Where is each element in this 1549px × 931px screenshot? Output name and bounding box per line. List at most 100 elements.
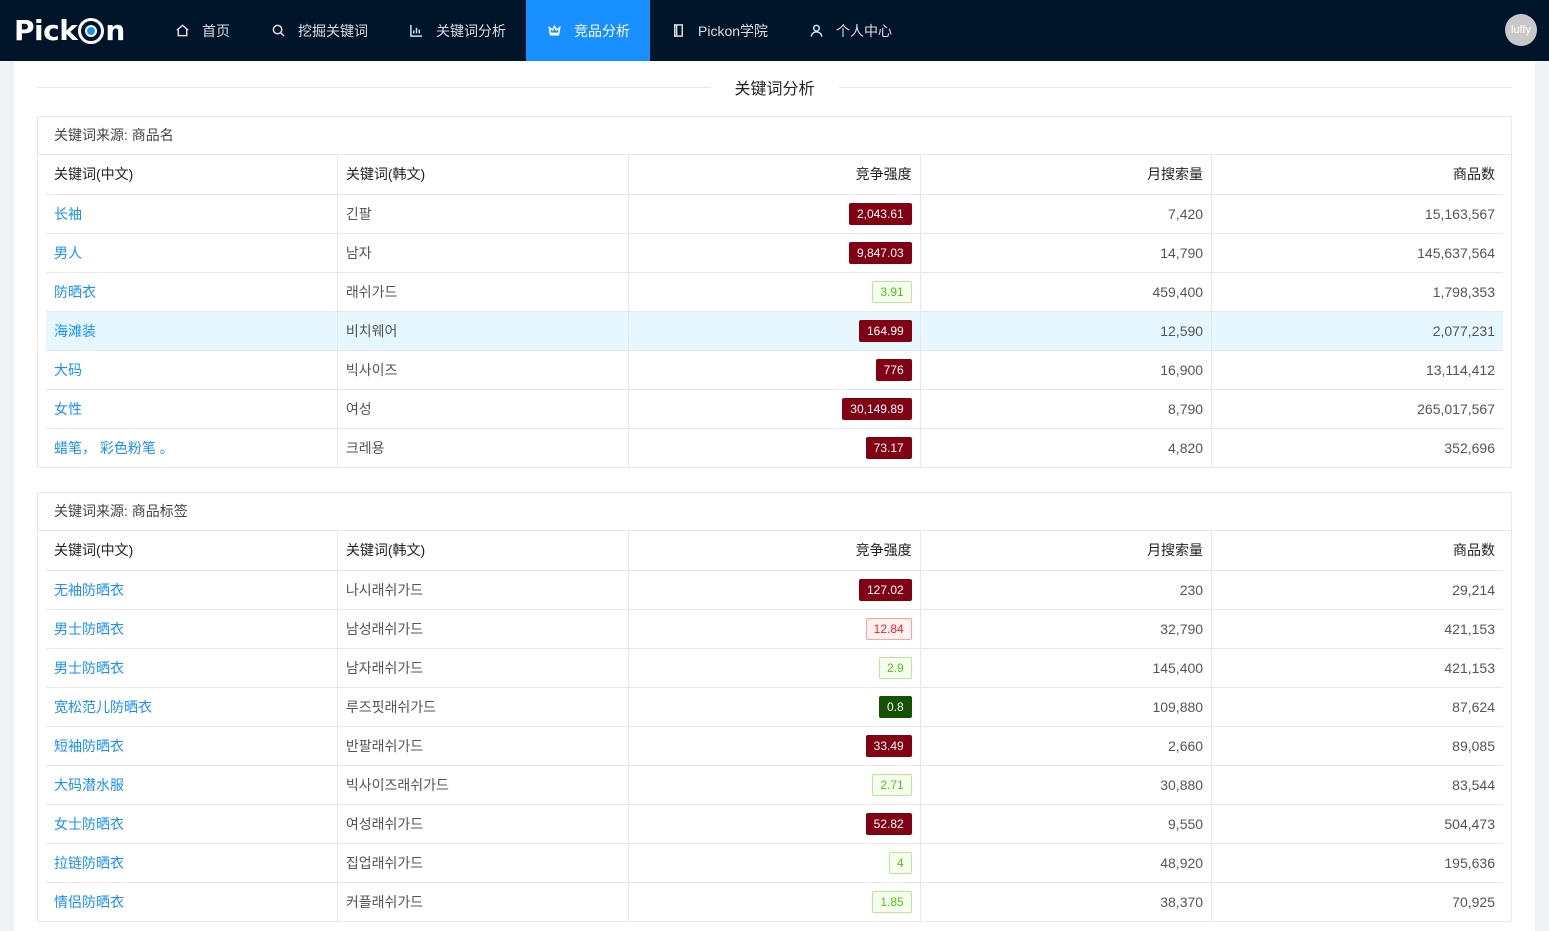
table-header-row: 关键词(中文) 关键词(韩文) 竞争强度 月搜索量 商品数 [46, 531, 1503, 571]
keyword-link[interactable]: 女性 [54, 401, 82, 417]
goods-count-cell: 1,798,353 [1211, 272, 1503, 312]
goods-count-cell: 13,114,412 [1211, 350, 1503, 390]
keyword-link[interactable]: 短袖防晒衣 [54, 738, 124, 754]
goods-count-cell: 195,636 [1211, 843, 1503, 883]
table-wrapper: 关键词(中文) 关键词(韩文) 竞争强度 月搜索量 商品数 无袖防晒衣 나시래쉬가드 127.… [38, 531, 1511, 921]
goods-count-cell: 83,544 [1211, 765, 1503, 805]
keyword-ko-cell: 빅사이즈 [337, 350, 630, 390]
page-title: 关键词分析 [734, 81, 815, 98]
monthly-search-cell: 8,790 [920, 389, 1213, 429]
column-header: 关键词(中文) [46, 155, 338, 195]
keyword-link[interactable]: 防晒衣 [54, 284, 96, 300]
goods-count-cell: 87,624 [1211, 687, 1503, 727]
competition-cell: 33.49 [628, 726, 921, 766]
crown-icon [546, 23, 562, 39]
nav-item-0[interactable]: 首页 [154, 0, 250, 61]
keyword-zh-cell: 大码潜水服 [46, 765, 338, 805]
table-row: 情侣防晒衣 커플래쉬가드 1.85 38,370 70,925 [46, 882, 1503, 921]
table-row: 无袖防晒衣 나시래쉬가드 127.02 230 29,214 [46, 570, 1503, 610]
user-avatar[interactable]: luffy [1505, 14, 1537, 46]
book-icon [670, 23, 686, 39]
keyword-zh-cell: 宽松范儿防晒衣 [46, 687, 338, 727]
monthly-search-cell: 38,370 [920, 882, 1213, 921]
competition-cell: 1.85 [628, 882, 921, 921]
keyword-ko-cell: 남성래쉬가드 [337, 609, 630, 649]
nav-menu: 首页 挖掘关键词 关键词分析 竞品分析 Pickon学院 个人中心 [154, 0, 912, 61]
table-header-row: 关键词(中文) 关键词(韩文) 竞争强度 月搜索量 商品数 [46, 155, 1503, 195]
keyword-link[interactable]: 男人 [54, 245, 82, 261]
keyword-link[interactable]: 男士防晒衣 [54, 621, 124, 637]
table-row: 女士防晒衣 여성래쉬가드 52.82 9,550 504,473 [46, 804, 1503, 844]
goods-count-cell: 352,696 [1444, 439, 1495, 456]
table-row: 男士防晒衣 남성래쉬가드 12.84 32,790 421,153 [46, 609, 1503, 649]
competition-tag: 4 [888, 851, 912, 874]
competition-tag: 776 [875, 358, 912, 381]
table-row: 男人 남자 9,847.03 14,790 145,637,564 [46, 233, 1503, 273]
monthly-search-cell: 48,920 [920, 843, 1213, 883]
table-row: 宽松范儿防晒衣 루즈핏래쉬가드 0.8 109,880 87,624 [46, 687, 1503, 727]
competition-tag: 9,847.03 [848, 241, 912, 264]
sections: 关键词来源: 商品名 关键词(中文) 关键词(韩文) 竞争强度 月搜索量 商品数 长袖 긴팔 2… [37, 116, 1512, 922]
monthly-search-cell: 459,400 [920, 272, 1213, 312]
keyword-link[interactable]: 情侣防晒衣 [54, 894, 124, 910]
monthly-search-cell: 9,550 [920, 804, 1213, 844]
keyword-link[interactable]: 蜡笔， 彩色粉笔 。 [54, 440, 174, 456]
chart-icon [408, 23, 424, 39]
page-title-divider: 关键词分析 [37, 61, 1512, 113]
competition-cell: 2.9 [628, 648, 921, 688]
monthly-search-cell: 2,660 [920, 726, 1213, 766]
section-title: 关键词来源: 商品名 [38, 117, 1511, 155]
monthly-search-cell: 230 [920, 570, 1213, 610]
table-row: 海滩装 비치웨어 164.99 12,590 2,077,231 [46, 311, 1503, 351]
keyword-link[interactable]: 大码 [54, 362, 82, 378]
keyword-zh-cell: 女性 [46, 389, 338, 429]
nav-item-3[interactable]: 竞品分析 [526, 0, 650, 61]
table-wrapper: 关键词(中文) 关键词(韩文) 竞争强度 月搜索量 商品数 长袖 긴팔 2,043.61 7,4… [38, 155, 1511, 467]
keyword-zh-cell: 大码 [46, 350, 338, 390]
monthly-search-cell: 30,880 [920, 765, 1213, 805]
table-row: 长袖 긴팔 2,043.61 7,420 15,163,567 [46, 194, 1503, 234]
competition-tag: 0.8 [878, 695, 912, 718]
competition-cell: 9,847.03 [628, 233, 921, 273]
keyword-table: 关键词(中文) 关键词(韩文) 竞争强度 月搜索量 商品数 长袖 긴팔 2,043.61 7,4… [46, 155, 1503, 467]
nav-item-2[interactable]: 关键词分析 [388, 0, 526, 61]
keyword-ko-cell: 여성래쉬가드 [337, 804, 630, 844]
main-content: 关键词分析 关键词来源: 商品名 关键词(中文) 关键词(韩文) 竞争强度 月搜索量 商品… [14, 61, 1535, 931]
search-icon [270, 23, 286, 39]
competition-cell: 3.91 [628, 272, 921, 312]
pickon-logo[interactable]: Pick n [0, 0, 150, 61]
table-row: 大码 빅사이즈 776 16,900 13,114,412 [46, 350, 1503, 390]
nav-item-label: 挖掘关键词 [298, 22, 368, 39]
keyword-link[interactable]: 海滩装 [54, 323, 96, 339]
monthly-search-cell: 109,880 [920, 687, 1213, 727]
keyword-ko-cell: 반팔래쉬가드 [337, 726, 630, 766]
keyword-link[interactable]: 大码潜水服 [54, 777, 124, 793]
keyword-link[interactable]: 拉链防晒衣 [54, 855, 124, 871]
keyword-ko-cell: 남자 [337, 233, 630, 273]
competition-cell: 73.17 [628, 428, 921, 467]
keyword-ko-cell: 나시래쉬가드 [337, 570, 630, 610]
monthly-search-cell: 12,590 [920, 311, 1213, 351]
nav-item-4[interactable]: Pickon学院 [650, 0, 788, 61]
keyword-ko-cell: 빅사이즈래쉬가드 [337, 765, 630, 805]
competition-tag: 1.85 [872, 890, 912, 913]
section-title: 关键词来源: 商品标签 [38, 493, 1511, 531]
monthly-search-cell: 32,790 [920, 609, 1213, 649]
keyword-link[interactable]: 男士防晒衣 [54, 660, 124, 676]
keyword-section-card: 关键词来源: 商品标签 关键词(中文) 关键词(韩文) 竞争强度 月搜索量 商品数无袖防晒… [37, 492, 1512, 922]
keyword-ko-cell: 남자래쉬가드 [337, 648, 630, 688]
nav-item-1[interactable]: 挖掘关键词 [250, 0, 388, 61]
keyword-link[interactable]: 无袖防晒衣 [54, 582, 124, 598]
user-icon [808, 23, 824, 39]
nav-item-5[interactable]: 个人中心 [788, 0, 912, 61]
column-header: 商品数 [1211, 531, 1503, 571]
monthly-search-cell: 7,420 [920, 194, 1213, 234]
home-icon [174, 23, 190, 39]
keyword-link[interactable]: 宽松范儿防晒衣 [54, 699, 152, 715]
monthly-search-cell: 145,400 [920, 648, 1213, 688]
goods-count-cell: 421,153 [1211, 609, 1503, 649]
keyword-link[interactable]: 女士防晒衣 [54, 816, 124, 832]
logo-text: Pick [14, 14, 78, 47]
keyword-zh-cell: 男人 [46, 233, 338, 273]
keyword-link[interactable]: 长袖 [54, 206, 82, 222]
